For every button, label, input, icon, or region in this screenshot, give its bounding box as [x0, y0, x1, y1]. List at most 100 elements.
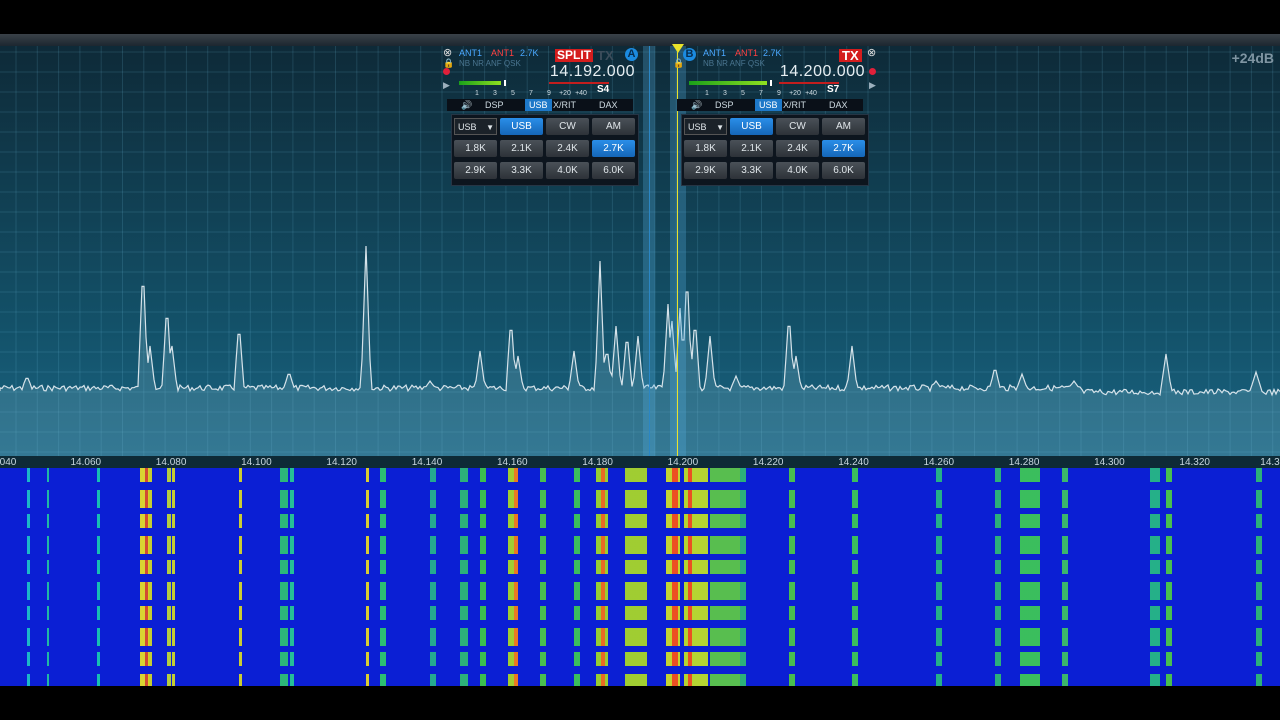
frequency-tick-label: 14.080 — [155, 457, 187, 468]
panadapter-display[interactable]: +24dB — [0, 46, 1280, 456]
frequency-tick-label: 14.100 — [241, 457, 272, 468]
waterfall-signal-trace — [995, 468, 1001, 686]
filter-button[interactable]: 1.8K — [454, 140, 497, 157]
tx-antenna[interactable]: ANT1 — [735, 48, 758, 58]
filter-button[interactable]: 2.1K — [500, 140, 543, 157]
slice-tabs: 🔊 DSP USB X/RIT DAX — [677, 99, 863, 111]
split-button[interactable]: SPLIT — [555, 49, 594, 62]
frequency-tick-label: 14.220 — [752, 457, 784, 468]
waterfall-signal-trace — [625, 468, 647, 686]
filter-button[interactable]: 2.1K — [730, 140, 773, 157]
slice-frequency[interactable]: 14.192.000 — [550, 63, 635, 81]
speaker-icon[interactable]: 🔊 — [461, 99, 472, 111]
filter-button[interactable]: 3.3K — [500, 162, 543, 179]
tab-dsp[interactable]: DSP — [485, 99, 504, 111]
s-meter-scale-label: +40 — [575, 90, 587, 97]
mode-dropdown[interactable]: USB ▼ — [684, 118, 727, 135]
slice-a-tune-line[interactable] — [649, 46, 650, 456]
chevron-down-icon: ▼ — [716, 123, 724, 132]
tab-dax[interactable]: DAX — [599, 99, 618, 111]
filter-button[interactable]: 6.0K — [592, 162, 635, 179]
tab-dsp[interactable]: DSP — [715, 99, 734, 111]
filter-button[interactable]: 2.7K — [822, 140, 865, 157]
frequency-tick-label: 040 — [0, 457, 17, 468]
db-range-label[interactable]: +24dB — [1232, 50, 1274, 66]
frequency-tick-label: 14.180 — [582, 457, 613, 468]
filter-button[interactable]: 6.0K — [822, 162, 865, 179]
waterfall-signal-trace — [480, 468, 486, 686]
waterfall-display[interactable] — [0, 468, 1280, 686]
filter-button[interactable]: 1.8K — [684, 140, 727, 157]
slice-letter[interactable]: A — [625, 48, 638, 61]
tab-xrit[interactable]: X/RIT — [783, 99, 806, 111]
waterfall-signal-trace — [514, 468, 518, 686]
tab-dax[interactable]: DAX — [829, 99, 848, 111]
waterfall-signal-trace — [672, 468, 678, 686]
tx-button[interactable]: TX — [597, 49, 614, 62]
lock-icon[interactable]: 🔒 — [673, 58, 684, 69]
s-meter-scale-label: 5 — [741, 90, 745, 97]
waterfall-signal-trace — [380, 468, 386, 686]
tab-xrit[interactable]: X/RIT — [553, 99, 576, 111]
speaker-icon[interactable]: 🔊 — [691, 99, 702, 111]
tx-antenna[interactable]: ANT1 — [491, 48, 514, 58]
s-meter-scale-label: +40 — [805, 90, 817, 97]
mode-button-usb[interactable]: USB — [500, 118, 543, 135]
filter-button[interactable]: 3.3K — [730, 162, 773, 179]
filter-button[interactable]: 2.9K — [454, 162, 497, 179]
filter-button[interactable]: 2.4K — [776, 140, 819, 157]
mode-dropdown-value: USB — [688, 122, 707, 132]
slice-frequency[interactable]: 14.200.000 — [780, 63, 865, 81]
frequency-tick-label: 14.280 — [1008, 457, 1040, 468]
frequency-scale[interactable]: 040 14.060 14.080 14.100 14.120 14.140 14.160 1… — [0, 456, 1280, 468]
waterfall-signal-trace — [540, 468, 546, 686]
s-meter-scale-label: 3 — [493, 90, 497, 97]
frequency-tick-label: 14.260 — [923, 457, 955, 468]
waterfall-signal-trace — [852, 468, 858, 686]
mode-dropdown[interactable]: USB ▼ — [454, 118, 497, 135]
mode-button-usb[interactable]: USB — [730, 118, 773, 135]
waterfall-signal-trace — [27, 468, 30, 686]
frequency-tick-label: 14.320 — [1179, 457, 1210, 468]
right-arrow-icon[interactable]: ▶ — [869, 80, 876, 91]
top-toolbar — [0, 34, 1280, 46]
filter-width: 2.7K — [763, 48, 782, 58]
record-icon[interactable] — [869, 68, 876, 75]
s-meter-scale-label: +20 — [789, 90, 801, 97]
waterfall-signal-trace — [167, 468, 171, 686]
filter-button[interactable]: 2.9K — [684, 162, 727, 179]
s-meter-scale-label: +20 — [559, 90, 571, 97]
s-meter-scale-label: 9 — [547, 90, 551, 97]
mode-button-am[interactable]: AM — [822, 118, 865, 135]
waterfall-signal-trace — [789, 468, 795, 686]
waterfall-signal-trace — [47, 468, 49, 686]
tx-button[interactable]: TX — [839, 49, 862, 62]
s-meter-scale-label: 3 — [723, 90, 727, 97]
rx-antenna[interactable]: ANT1 — [459, 48, 482, 58]
frequency-tick-label: 14.160 — [497, 457, 528, 468]
waterfall-signal-trace — [366, 468, 369, 686]
s-meter-scale-label: 1 — [705, 90, 709, 97]
mode-button-am[interactable]: AM — [592, 118, 635, 135]
filter-button[interactable]: 4.0K — [546, 162, 589, 179]
close-icon[interactable]: ⊗ — [867, 46, 876, 59]
s-meter-scale-label: 7 — [759, 90, 763, 97]
tab-usb[interactable]: USB — [755, 99, 782, 111]
slice-b-flag[interactable]: 🔒 B ANT1 ANT1 2.7K NB NR ANF QSK TX ⊗ 14… — [673, 46, 876, 186]
filter-button[interactable]: 4.0K — [776, 162, 819, 179]
slice-letter[interactable]: B — [683, 48, 696, 61]
dsp-flags: NB NR ANF QSK — [459, 59, 521, 68]
waterfall-signal-trace — [280, 468, 288, 686]
waterfall-signal-trace — [1256, 468, 1262, 686]
mode-button-cw[interactable]: CW — [546, 118, 589, 135]
left-arrow-icon[interactable]: ▶ — [443, 80, 450, 91]
record-icon[interactable] — [443, 68, 450, 75]
filter-button[interactable]: 2.4K — [546, 140, 589, 157]
rx-antenna[interactable]: ANT1 — [703, 48, 726, 58]
slice-a-flag[interactable]: ⊗ 🔒 ANT1 ANT1 2.7K NB NR ANF QSK SPLIT T… — [443, 46, 639, 186]
filter-button[interactable]: 2.7K — [592, 140, 635, 157]
mode-button-cw[interactable]: CW — [776, 118, 819, 135]
tab-usb[interactable]: USB — [525, 99, 552, 111]
waterfall-signal-trace — [710, 468, 740, 686]
s-meter-scale-label: 1 — [475, 90, 479, 97]
